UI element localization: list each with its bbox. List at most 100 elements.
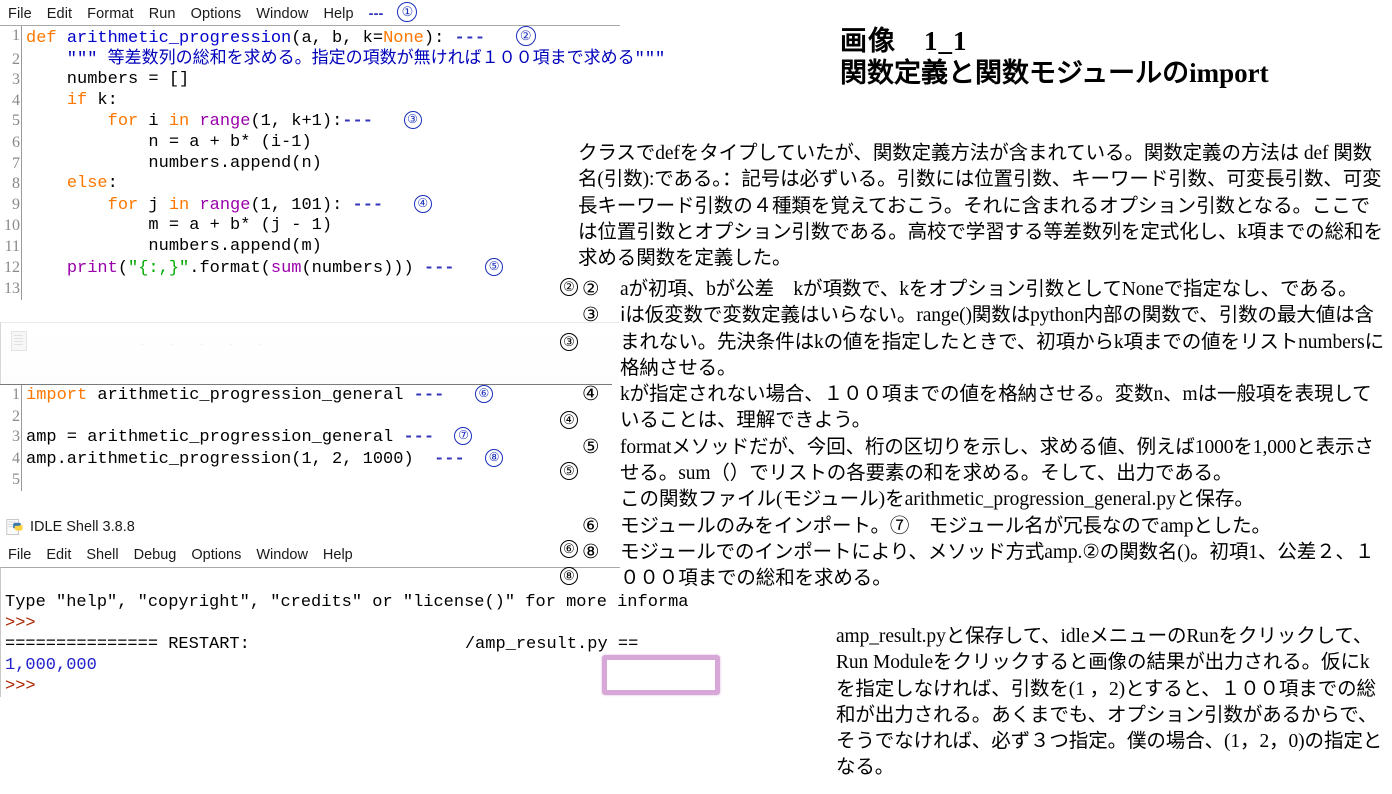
note-item: ③ ⅰは仮変数で変数定義はいらない。range()関数はpython内部の関数で… xyxy=(578,303,1388,382)
shell-menu-shell[interactable]: Shell xyxy=(86,547,118,563)
note-item: ④ kが指定されない場合、１００項までの値を格納させる。変数n、mは一般項を表現… xyxy=(578,382,1388,435)
shell-result: 1,000,000 xyxy=(5,656,97,675)
margin-index-8: ⑧ xyxy=(560,567,578,585)
code-text: """ 等差数列の総和を求める。指定の項数が無ければ１００項まで求める""" xyxy=(26,49,666,69)
idle-shell-window: IDLE Shell 3.8.8 File Edit Shell Debug Optio… xyxy=(0,516,689,697)
margin-index-6: ⑥ xyxy=(560,540,578,558)
closing-paragraph: amp_result.pyと保存して、idleメニューのRunをクリックして、R… xyxy=(836,626,1383,779)
menu-item-window[interactable]: Window xyxy=(256,6,308,22)
code-line: 1 def arithmetic_progression(a, b, k=Non… xyxy=(0,26,620,50)
page-title-line-2: 関数定義と関数モジュールのimport xyxy=(840,58,1269,88)
idle-editor-window-2: 1 import arithmetic_progression_general … xyxy=(0,384,612,491)
note-number: ⑤ xyxy=(582,436,600,458)
line-number: 6 xyxy=(0,132,22,154)
code-line: 1 import arithmetic_progression_general … xyxy=(0,385,612,407)
menu-item-file[interactable]: File xyxy=(8,6,32,22)
shell-menu-file[interactable]: File xyxy=(8,547,31,563)
code-line: 6 n = a + b* (i-1) xyxy=(0,132,620,154)
note-number: ⑥ xyxy=(582,515,600,537)
line-number: 13 xyxy=(0,279,22,300)
code-line: 9 for j in range(1, 101): --- ④ xyxy=(0,194,620,217)
code-text: numbers.append(m) xyxy=(26,236,322,256)
notes-list: ② aが初項、bが公差 kが項数で、kをオプション引数としてNoneで指定なし、… xyxy=(578,277,1388,593)
shell-menu-window[interactable]: Window xyxy=(256,547,308,563)
note-number: ③ xyxy=(582,305,600,327)
shell-prompt: >>> xyxy=(5,614,36,633)
menu-item-edit[interactable]: Edit xyxy=(47,6,72,22)
code-line: 7 numbers.append(n) xyxy=(0,153,620,175)
shell-restart-line: =============== RESTART: xyxy=(5,635,250,654)
note-number: ② xyxy=(582,279,600,300)
code-line: 8 else: xyxy=(0,174,620,195)
line-number: 1 xyxy=(0,385,22,407)
note-item: ⑤ formatメソッドだが、今回、桁の区切りを示し、求める値、例えば1000を… xyxy=(578,435,1388,488)
shell-menu-help[interactable]: Help xyxy=(323,547,353,563)
python-icon xyxy=(6,519,23,536)
shell-menu-debug[interactable]: Debug xyxy=(134,547,177,563)
note-text: formatメソッドだが、今回、桁の区切りを示し、求める値、例えば1000を1,… xyxy=(620,436,1374,485)
menu-item-run[interactable]: Run xyxy=(149,6,176,22)
code-line: 5 for i in range(1, k+1):--- ③ xyxy=(0,111,620,133)
code-line: 13 xyxy=(0,279,620,300)
annotation-title: 画像 1_1 関数定義と関数モジュールのimport xyxy=(840,26,1380,89)
shell-menu-options[interactable]: Options xyxy=(191,547,241,563)
line-number: 4 xyxy=(0,90,22,112)
page-title-line-1: 画像 1_1 xyxy=(840,26,968,56)
editor2-code-area[interactable]: 1 import arithmetic_progression_general … xyxy=(0,384,612,491)
menu-item-format[interactable]: Format xyxy=(87,6,134,22)
line-number: 2 xyxy=(0,406,22,428)
editor1-menubar[interactable]: File Edit Format Run Options Window Help --- ① xyxy=(0,0,620,25)
note-text: ⅰは仮変数で変数定義はいらない。range()関数はpython内部の関数で、引… xyxy=(620,305,1384,379)
code-line: 4 if k: xyxy=(0,90,620,112)
shell-titlebar: IDLE Shell 3.8.8 xyxy=(0,516,620,542)
faded-window-strip: · · · · · xyxy=(0,322,619,385)
shell-menubar[interactable]: File Edit Shell Debug Options Window Help xyxy=(0,542,620,567)
editor1-code-area[interactable]: 1 def arithmetic_progression(a, b, k=Non… xyxy=(0,25,665,300)
line-number: 3 xyxy=(0,70,22,91)
note-text: aが初項、bが公差 kが項数で、kをオプション引数としてNoneで指定なし、であ… xyxy=(620,279,1358,300)
shell-menu-edit[interactable]: Edit xyxy=(46,547,71,563)
code-text: n = a + b* (i-1) xyxy=(26,132,312,152)
code-line: 4 amp.arithmetic_progression(1, 2, 1000)… xyxy=(0,448,612,471)
shell-output[interactable]: Type "help", "copyright", "credits" or "… xyxy=(0,567,689,697)
code-text: m = a + b* (j - 1) xyxy=(26,216,333,236)
line-number: 12 xyxy=(0,257,22,280)
code-line: 11 numbers.append(m) xyxy=(0,236,620,258)
line-number: 11 xyxy=(0,236,22,258)
line-number: 5 xyxy=(0,470,22,491)
margin-index-2: ② xyxy=(560,278,578,296)
note-5-continuation: この関数ファイル(モジュール)をarithmetic_progression_g… xyxy=(620,489,1254,511)
note-text: kが指定されない場合、１００項までの値を格納させる。変数n、mは一般項を表現して… xyxy=(620,384,1372,432)
code-text: numbers.append(n) xyxy=(26,153,322,173)
note-number: ⑧ xyxy=(582,541,600,563)
line-number: 2 xyxy=(0,49,22,71)
margin-index-3: ③ xyxy=(560,333,578,351)
margin-index-5: ⑤ xyxy=(560,462,578,480)
menu-item-help[interactable]: Help xyxy=(323,6,353,22)
code-text: print("{:,}".format(sum(numbers))) --- ⑤ xyxy=(22,257,504,280)
document-icon xyxy=(11,331,27,351)
marker-circle-1: ① xyxy=(397,2,418,22)
note-text: モジュールのみをインポート。⑦ モジュール名が冗長なのでampとした。 xyxy=(620,515,1271,537)
note-number: ④ xyxy=(582,384,600,406)
code-text: amp.arithmetic_progression(1, 2, 1000) -… xyxy=(22,448,504,471)
shell-banner-line: Type "help", "copyright", "credits" or "… xyxy=(5,593,689,612)
shell-title-text: IDLE Shell 3.8.8 xyxy=(30,519,135,535)
idle-editor-window-1: File Edit Format Run Options Window Help --- ① 1… xyxy=(0,0,665,300)
margin-index-4: ④ xyxy=(560,411,578,429)
code-line: 3 numbers = [] xyxy=(0,70,620,91)
menu-marker-dashes: --- xyxy=(368,6,384,22)
code-text: if k: xyxy=(66,90,118,110)
line-number: 9 xyxy=(0,194,22,217)
code-line: 12 print("{:,}".format(sum(numbers))) --… xyxy=(0,257,620,280)
menu-item-options[interactable]: Options xyxy=(191,6,242,22)
code-line: 2 """ 等差数列の総和を求める。指定の項数が無ければ１００項まで求める""" xyxy=(0,49,665,71)
code-text: def arithmetic_progression(a, b, k=None)… xyxy=(22,26,536,50)
line-number: 4 xyxy=(0,448,22,471)
note-item: ⑧ モジュールでのインポートにより、メソッド方式amp.②の関数名()。初項1、… xyxy=(578,540,1388,593)
line-number: 3 xyxy=(0,427,22,449)
shell-restart-tail: == xyxy=(617,635,639,654)
line-number: 7 xyxy=(0,153,22,175)
